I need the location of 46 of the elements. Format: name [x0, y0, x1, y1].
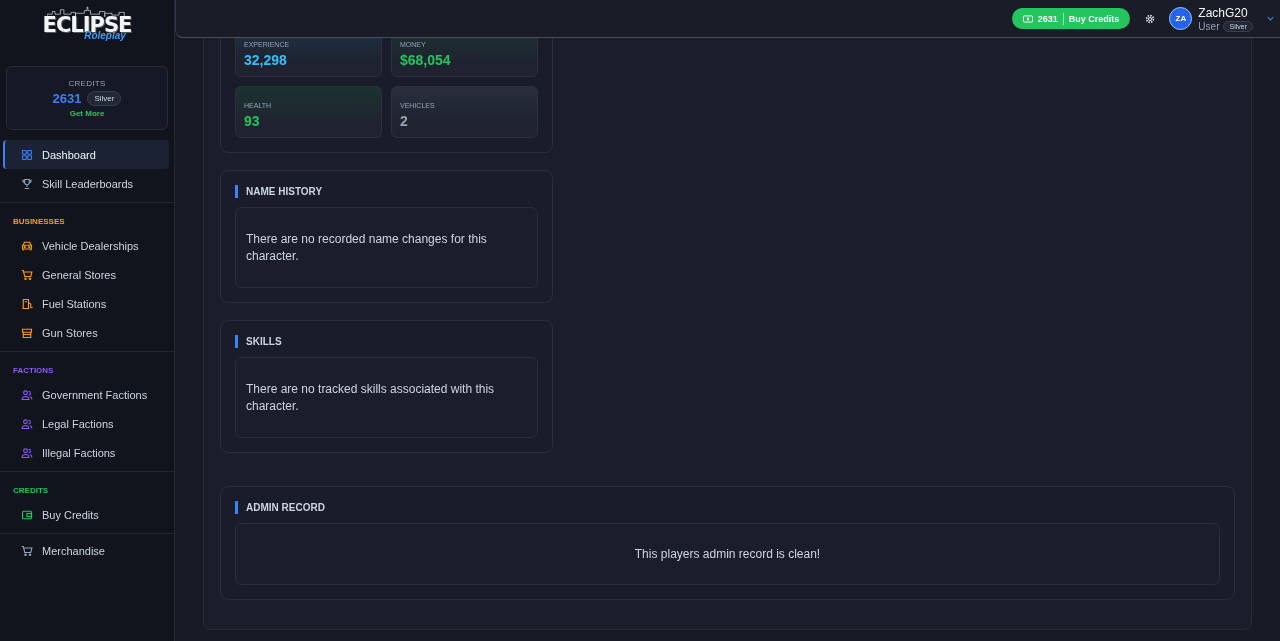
stat-value: 93: [244, 113, 261, 129]
nav-item[interactable]: Illegal Factions: [3, 438, 169, 467]
settings-icon[interactable]: [1144, 12, 1157, 25]
cart-icon: [21, 544, 33, 557]
users-icon: [21, 388, 33, 401]
trophy-icon: [21, 177, 33, 190]
nav-item[interactable]: Dashboard: [3, 140, 169, 169]
cart-icon: [21, 268, 33, 281]
nav-item[interactable]: Gun Stores: [3, 318, 169, 347]
section-title: SKILLS: [235, 335, 538, 348]
get-more-link[interactable]: Get More: [69, 108, 105, 118]
section-heading: FACTIONS: [12, 365, 55, 377]
nav-item[interactable]: Buy Credits: [3, 500, 169, 529]
empty-message: This players admin record is clean!: [634, 545, 821, 563]
stat-value: 2: [400, 113, 409, 129]
user-name: ZachG20: [1198, 5, 1249, 20]
nav-item[interactable]: Vehicle Dealerships: [3, 231, 169, 260]
users-icon: [21, 446, 33, 459]
wallet-icon: [21, 508, 33, 521]
fuel-pump-icon: [21, 297, 33, 310]
nav-item[interactable]: Legal Factions: [3, 409, 169, 438]
users-icon: [21, 417, 33, 430]
section-title: ADMIN RECORD: [235, 501, 1220, 514]
credits-label: CREDITS: [68, 78, 106, 88]
chevron-down-icon[interactable]: [1267, 16, 1274, 21]
car-icon: [21, 239, 33, 252]
storefront-icon: [21, 326, 33, 339]
nav-item[interactable]: General Stores: [3, 260, 169, 289]
nav-item[interactable]: Government Factions: [3, 380, 169, 409]
nav-item[interactable]: Merchandise: [3, 536, 169, 565]
empty-message: There are no tracked skills associated with this character.: [246, 380, 496, 415]
stat-value: $68,054: [400, 52, 452, 68]
section-title: NAME HISTORY: [235, 185, 538, 198]
grid-icon: [21, 148, 33, 161]
tier-badge: Silver: [87, 90, 122, 106]
stat-value: 32,298: [244, 52, 288, 68]
section-heading: BUSINESSES: [12, 216, 66, 228]
nav-item[interactable]: Fuel Stations: [3, 289, 169, 318]
credits-amount: 2631: [52, 90, 82, 106]
skyline-icon: [47, 6, 127, 17]
banknote-icon: [1022, 14, 1033, 23]
user-role: User: [1198, 20, 1220, 32]
user-avatar[interactable]: ZA: [1169, 7, 1193, 30]
empty-message: There are no recorded name changes for this character.: [246, 230, 488, 265]
section-heading: CREDITS: [12, 485, 50, 497]
nav-item[interactable]: Skill Leaderboards: [3, 169, 169, 198]
